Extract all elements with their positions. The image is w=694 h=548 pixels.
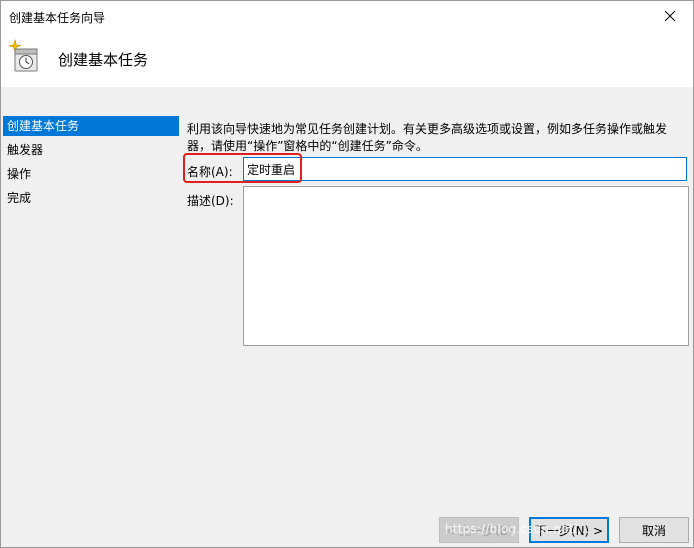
name-label: 名称(A): — [187, 165, 233, 179]
back-button[interactable]: < 上一步(B) — [439, 517, 519, 543]
description-label: 描述(D): — [187, 194, 234, 208]
nav-item-action[interactable]: 操作 — [3, 164, 179, 188]
title-bar: 创建基本任务向导 — [1, 1, 693, 31]
wizard-description: 利用该向导快速地为常见任务创建计划。有关更多高级选项或设置，例如多任务操作或触发… — [187, 121, 687, 155]
cancel-button[interactable]: 取消 — [619, 517, 689, 543]
wizard-header: 创建基本任务 — [1, 31, 693, 87]
nav-item-create-basic-task[interactable]: 创建基本任务 — [3, 116, 179, 136]
description-line-1: 利用该向导快速地为常见任务创建计划。有关更多高级选项或设置，例如多任务操作或触发 — [187, 122, 668, 136]
description-textarea[interactable] — [243, 186, 689, 346]
close-icon — [664, 10, 676, 22]
close-button[interactable] — [647, 1, 693, 31]
next-button[interactable]: 下一步(N) > — [529, 517, 609, 543]
nav-item-finish[interactable]: 完成 — [3, 188, 179, 212]
wizard-steps-nav: 创建基本任务 触发器 操作 完成 — [3, 116, 179, 212]
nav-item-trigger[interactable]: 触发器 — [3, 140, 179, 164]
description-line-2: 器，请使用“操作”窗格中的“创建任务”命令。 — [187, 139, 428, 153]
task-clock-icon — [8, 39, 38, 72]
window-title: 创建基本任务向导 — [9, 11, 106, 25]
name-input[interactable] — [243, 157, 687, 181]
header-title: 创建基本任务 — [58, 51, 149, 69]
wizard-window: 创建基本任务向导 创建基本任务 创建基本任务 触发器 操作 完成 利用该向导快速 — [0, 0, 694, 548]
